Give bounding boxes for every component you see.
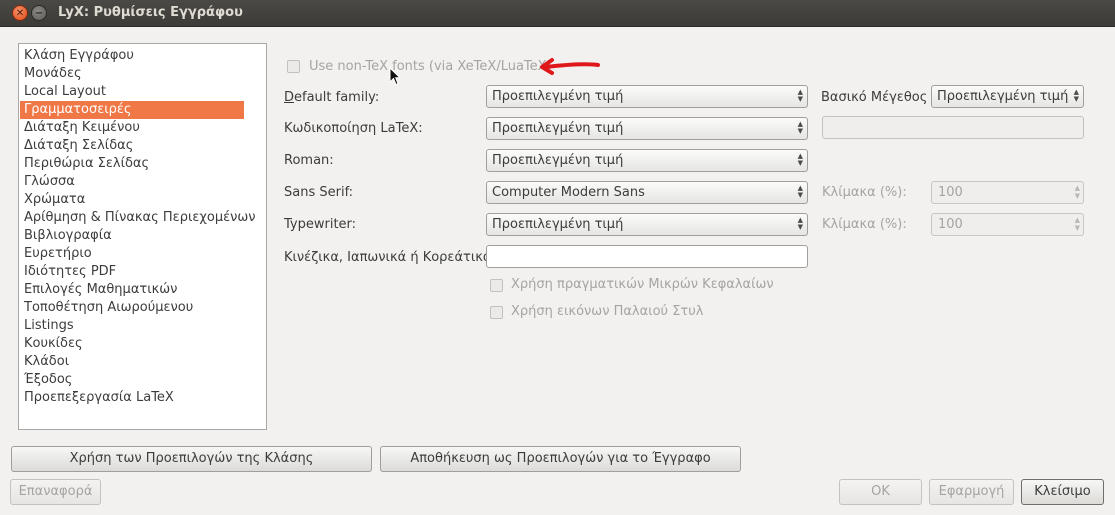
mouse-pointer-icon xyxy=(389,67,401,86)
sans-serif-value: Computer Modern Sans xyxy=(492,185,645,200)
typewriter-combo[interactable]: Προεπιλεγμένη τιμή ▲ ▼ xyxy=(486,213,808,236)
use-nontex-fonts-checkbox[interactable] xyxy=(287,60,300,73)
sidebar-item[interactable]: Επιλογές Μαθηματικών xyxy=(20,281,266,299)
sidebar-item[interactable]: Αρίθμηση & Πίνακας Περιεχομένων xyxy=(20,209,266,227)
latex-encoding-label: Κωδικοποίηση LaTeX: xyxy=(284,121,423,136)
save-as-defaults-button[interactable]: Αποθήκευση ως Προεπιλογών για το Έγγραφο xyxy=(380,446,741,472)
sidebar-item[interactable]: Μονάδες xyxy=(20,65,266,83)
sidebar-item[interactable]: Listings xyxy=(20,317,266,335)
title-bar: ✕ − LyX: Ρυθμίσεις Εγγράφου xyxy=(0,0,1115,27)
sidebar-item[interactable]: Local Layout xyxy=(20,83,266,101)
sidebar-item[interactable]: Διάταξη Κειμένου xyxy=(20,119,266,137)
oldstyle-checkbox[interactable] xyxy=(490,306,503,319)
sans-scale-label: Κλίμακα (%): xyxy=(822,185,907,200)
combo-arrows-icon: ▲ ▼ xyxy=(797,216,803,231)
encoding-option-field xyxy=(822,116,1084,139)
combo-arrows-icon: ▲ ▼ xyxy=(797,184,803,199)
roman-label: Roman: xyxy=(284,153,334,168)
combo-arrows-icon: ▲ ▼ xyxy=(797,88,803,103)
use-nontex-fonts-label: Use non-TeX fonts (via XeTeX/LuaTeX) xyxy=(309,59,552,74)
combo-arrows-icon: ▲ ▼ xyxy=(797,120,803,135)
sans-scale-value: 100 xyxy=(938,185,963,200)
cjk-label: Κινέζικα, Ιαπωνικά ή Κορεάτικα: xyxy=(284,250,496,265)
sans-serif-label: Sans Serif: xyxy=(284,185,354,200)
red-arrow-annotation xyxy=(540,58,600,75)
sans-scale-spinbox[interactable]: 100 ▲ ▼ xyxy=(931,181,1084,204)
combo-arrows-icon: ▲ ▼ xyxy=(1073,88,1079,103)
sidebar-item[interactable]: Κλάση Εγγράφου xyxy=(20,47,266,65)
sidebar-item[interactable]: Χρώματα xyxy=(20,191,266,209)
typewriter-scale-spinbox[interactable]: 100 ▲ ▼ xyxy=(931,213,1084,236)
ok-button[interactable]: OK xyxy=(839,479,922,505)
sidebar-item[interactable]: Γλώσσα xyxy=(20,173,266,191)
sidebar-item[interactable]: Κουκίδες xyxy=(20,335,266,353)
base-size-label: Βασικό Μέγεθος xyxy=(821,90,928,105)
close-window-button[interactable]: ✕ xyxy=(12,5,28,21)
base-size-value: Προεπιλεγμένη τιμή xyxy=(937,89,1069,104)
restore-button[interactable]: Επαναφορά xyxy=(10,479,101,505)
typewriter-scale-value: 100 xyxy=(938,217,963,232)
sidebar-item[interactable]: Προεπεξεργασία LaTeX xyxy=(20,389,266,407)
typewriter-label: Typewriter: xyxy=(284,217,357,232)
combo-arrows-icon: ▲ ▼ xyxy=(797,152,803,167)
typewriter-scale-label: Κλίμακα (%): xyxy=(822,217,907,232)
sidebar-item[interactable]: Βιβλιογραφία xyxy=(20,227,266,245)
sidebar-item[interactable]: Διάταξη Σελίδας xyxy=(20,137,266,155)
window-title: LyX: Ρυθμίσεις Εγγράφου xyxy=(58,5,243,20)
sidebar-item[interactable]: Κλάδοι xyxy=(20,353,266,371)
default-family-combo[interactable]: Προεπιλεγμένη τιμή ▲ ▼ xyxy=(486,85,808,108)
sidebar-item[interactable]: Περιθώρια Σελίδας xyxy=(20,155,266,173)
latex-encoding-combo[interactable]: Προεπιλεγμένη τιμή ▲ ▼ xyxy=(486,117,808,140)
close-button[interactable]: Κλείσιμο xyxy=(1021,479,1104,505)
sidebar-item[interactable]: Τοποθέτηση Αιωρούμενου xyxy=(20,299,266,317)
sidebar-item[interactable]: Ευρετήριο xyxy=(20,245,266,263)
sans-serif-combo[interactable]: Computer Modern Sans ▲ ▼ xyxy=(486,181,808,204)
cjk-input[interactable] xyxy=(486,245,808,268)
sidebar-item[interactable]: Έξοδος xyxy=(20,371,266,389)
latex-encoding-value: Προεπιλεγμένη τιμή xyxy=(492,121,624,136)
default-family-label-text: efault family: xyxy=(294,90,380,105)
smallcaps-checkbox[interactable] xyxy=(490,279,503,292)
spin-arrows-icon: ▲ ▼ xyxy=(1074,216,1080,232)
roman-value: Προεπιλεγμένη τιμή xyxy=(492,153,624,168)
roman-combo[interactable]: Προεπιλεγμένη τιμή ▲ ▼ xyxy=(486,149,808,172)
smallcaps-label: Χρήση πραγματικών Μικρών Κεφαλαίων xyxy=(511,277,774,292)
default-family-value: Προεπιλεγμένη τιμή xyxy=(492,89,624,104)
oldstyle-label: Χρήση εικόνων Παλαιού Στυλ xyxy=(511,304,704,319)
spin-arrows-icon: ▲ ▼ xyxy=(1074,184,1080,200)
default-family-label: Default family: xyxy=(284,90,380,105)
typewriter-value: Προεπιλεγμένη τιμή xyxy=(492,217,624,232)
sidebar-item[interactable]: Γραμματοσειρές xyxy=(20,101,244,119)
sidebar-item[interactable]: Ιδιότητες PDF xyxy=(20,263,266,281)
apply-button[interactable]: Εφαρμογή xyxy=(929,479,1014,505)
minimize-window-button[interactable]: − xyxy=(31,5,47,21)
base-size-combo[interactable]: Προεπιλεγμένη τιμή ▲ ▼ xyxy=(931,85,1084,108)
use-class-defaults-button[interactable]: Χρήση των Προεπιλογών της Κλάσης xyxy=(11,446,372,472)
settings-category-list[interactable]: Κλάση Εγγράφου Μονάδες Local Layout Γραμματ… xyxy=(18,43,267,430)
